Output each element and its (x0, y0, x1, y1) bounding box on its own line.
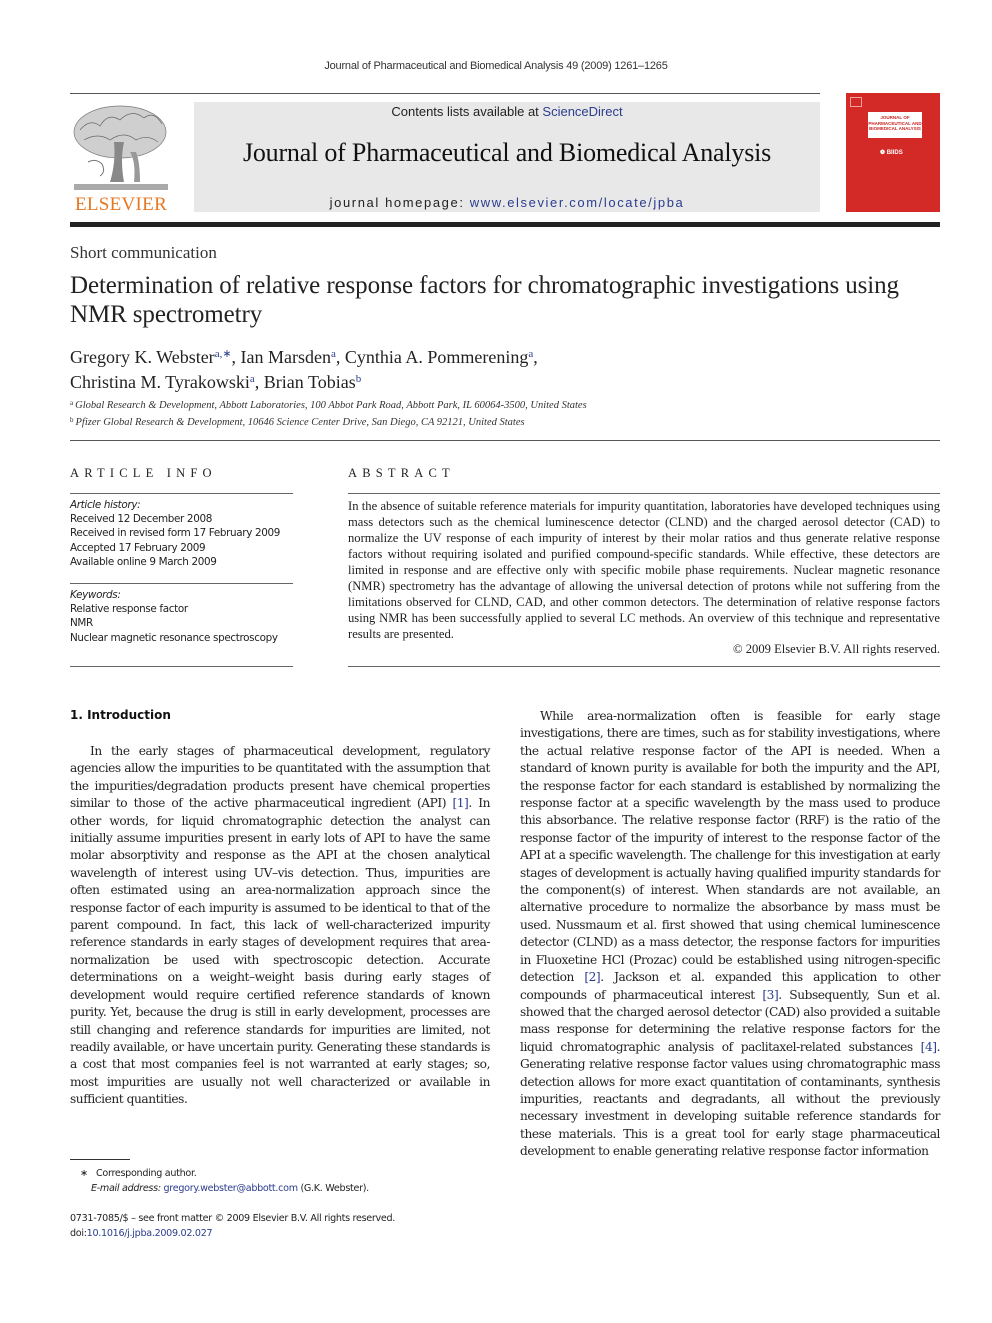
author-separator: , (231, 347, 241, 367)
keyword: Relative response factor (70, 603, 188, 616)
email-note: E-mail address: gregory.webster@abbott.c… (70, 1181, 490, 1196)
abstract-divider (348, 666, 940, 667)
info-divider (70, 583, 293, 584)
history-item: Accepted 17 February 2009 (70, 541, 206, 554)
email-link[interactable]: gregory.webster@abbott.com (164, 1183, 299, 1194)
journal-masthead: Contents lists available at ScienceDirec… (194, 102, 820, 212)
email-label: E-mail address: (91, 1183, 161, 1194)
article-title: Determination of relative response facto… (70, 272, 899, 328)
journal-title: Journal of Pharmaceutical and Biomedical… (242, 138, 772, 167)
header-divider (70, 222, 940, 227)
article-history: Article history: Received 12 December 20… (70, 498, 300, 569)
author-name: Brian Tobias (263, 372, 356, 392)
footnote-text: Corresponding author. (96, 1168, 197, 1179)
top-rule (70, 93, 820, 94)
article-info-heading: ARTICLE INFO (70, 466, 217, 480)
front-matter: 0731-7085/$ – see front matter © 2009 El… (70, 1211, 490, 1241)
footnote-divider (70, 1159, 130, 1160)
contents-prefix: Contents lists available at (391, 104, 543, 119)
affiliation-mark[interactable]: b (356, 373, 362, 385)
author-name: Christina M. Tyrakowski (70, 372, 250, 392)
author-name: Ian Marsden (240, 347, 332, 367)
journal-homepage-link[interactable]: www.elsevier.com/locate/jpba (470, 195, 685, 210)
journal-cover-thumbnail[interactable]: JOURNAL OF PHARMACEUTICAL AND BIOMEDICAL… (846, 93, 940, 212)
paragraph: While area-normalization often is feasib… (520, 708, 940, 1161)
history-item: Received 12 December 2008 (70, 513, 212, 526)
footnote-mark: ∗ (80, 1168, 88, 1179)
abstract-copyright: © 2009 Elsevier B.V. All rights reserved… (733, 642, 940, 656)
affiliation: b Pfizer Global Research & Development, 1… (70, 413, 940, 430)
doi-link[interactable]: 10.1016/j.jpba.2009.02.027 (87, 1228, 213, 1239)
doi-prefix: doi: (70, 1228, 87, 1239)
abstract-text: In the absence of suitable reference mat… (348, 499, 940, 641)
elsevier-logo[interactable]: ELSEVIER (70, 102, 172, 215)
abstract-divider (348, 493, 940, 494)
affiliation-mark[interactable]: a,∗ (215, 348, 232, 360)
abstract-heading: ABSTRACT (348, 466, 455, 480)
elsevier-wordmark: ELSEVIER (74, 194, 168, 215)
affiliation-label: b (70, 416, 74, 424)
paragraph-text: In the early stages of pharmaceutical de… (70, 744, 490, 811)
section-divider (70, 440, 940, 441)
cover-stamp (850, 97, 862, 107)
author-separator: , (254, 372, 264, 392)
paragraph: In the early stages of pharmaceutical de… (70, 743, 490, 1109)
citation-link[interactable]: [2] (584, 970, 600, 984)
keywords-label: Keywords: (70, 589, 121, 601)
affiliation-label: a (70, 399, 74, 407)
sciencedirect-link[interactable]: ScienceDirect (542, 104, 622, 119)
affiliation-text: Global Research & Development, Abbott La… (75, 400, 587, 411)
info-divider (70, 666, 293, 667)
affiliation-text: Pfizer Global Research & Development, 10… (75, 417, 525, 428)
citation-link[interactable]: [1] (452, 796, 468, 810)
article-type: Short communication (70, 243, 217, 262)
homepage-line: journal homepage: www.elsevier.com/locat… (194, 195, 820, 210)
introduction-heading: 1. Introduction (70, 708, 171, 722)
history-label: Article history: (70, 499, 141, 511)
author-name: Cynthia A. Pommerening (344, 347, 529, 367)
email-suffix: (G.K. Webster). (297, 1183, 369, 1194)
citation-link[interactable]: [3] (762, 988, 778, 1002)
body-column-right: While area-normalization often is feasib… (520, 708, 940, 1161)
author-separator: , (533, 347, 538, 367)
keyword: Nuclear magnetic resonance spectroscopy (70, 631, 278, 644)
homepage-prefix: journal homepage: (329, 195, 470, 210)
keywords: Keywords: Relative response factor NMR N… (70, 588, 300, 645)
paragraph-text: . In other words, for liquid chromatogra… (70, 796, 490, 1107)
cover-title-box: JOURNAL OF PHARMACEUTICAL AND BIOMEDICAL… (868, 112, 922, 138)
contents-line: Contents lists available at ScienceDirec… (194, 104, 820, 119)
affiliations: a Global Research & Development, Abbott L… (70, 396, 940, 430)
author-list: Gregory K. Webstera,∗, Ian Marsdena, Cyn… (70, 343, 940, 393)
affiliation: a Global Research & Development, Abbott L… (70, 396, 940, 413)
corresponding-author-note: ∗ Corresponding author. (70, 1166, 490, 1181)
paragraph-text: . Generating relative response factor va… (520, 1039, 940, 1159)
author-separator: , (335, 347, 345, 367)
issn-line: 0731-7085/$ – see front matter © 2009 El… (70, 1213, 396, 1224)
citation-link[interactable]: [4] (921, 1040, 937, 1054)
elsevier-tree-icon (73, 105, 168, 190)
info-divider (70, 493, 293, 494)
body-column-left: In the early stages of pharmaceutical de… (70, 743, 490, 1109)
author-name: Gregory K. Webster (70, 347, 215, 367)
cover-emblem: ❁ BIIDS (880, 150, 903, 156)
keyword: NMR (70, 617, 93, 630)
doi-line: doi:10.1016/j.jpba.2009.02.027 (70, 1226, 490, 1241)
history-item: Received in revised form 17 February 200… (70, 527, 281, 540)
footnotes: ∗ Corresponding author. E-mail address: … (70, 1166, 490, 1196)
history-item: Available online 9 March 2009 (70, 555, 217, 568)
paragraph-text: While area-normalization often is feasib… (520, 709, 941, 985)
running-head: Journal of Pharmaceutical and Biomedical… (324, 60, 668, 72)
